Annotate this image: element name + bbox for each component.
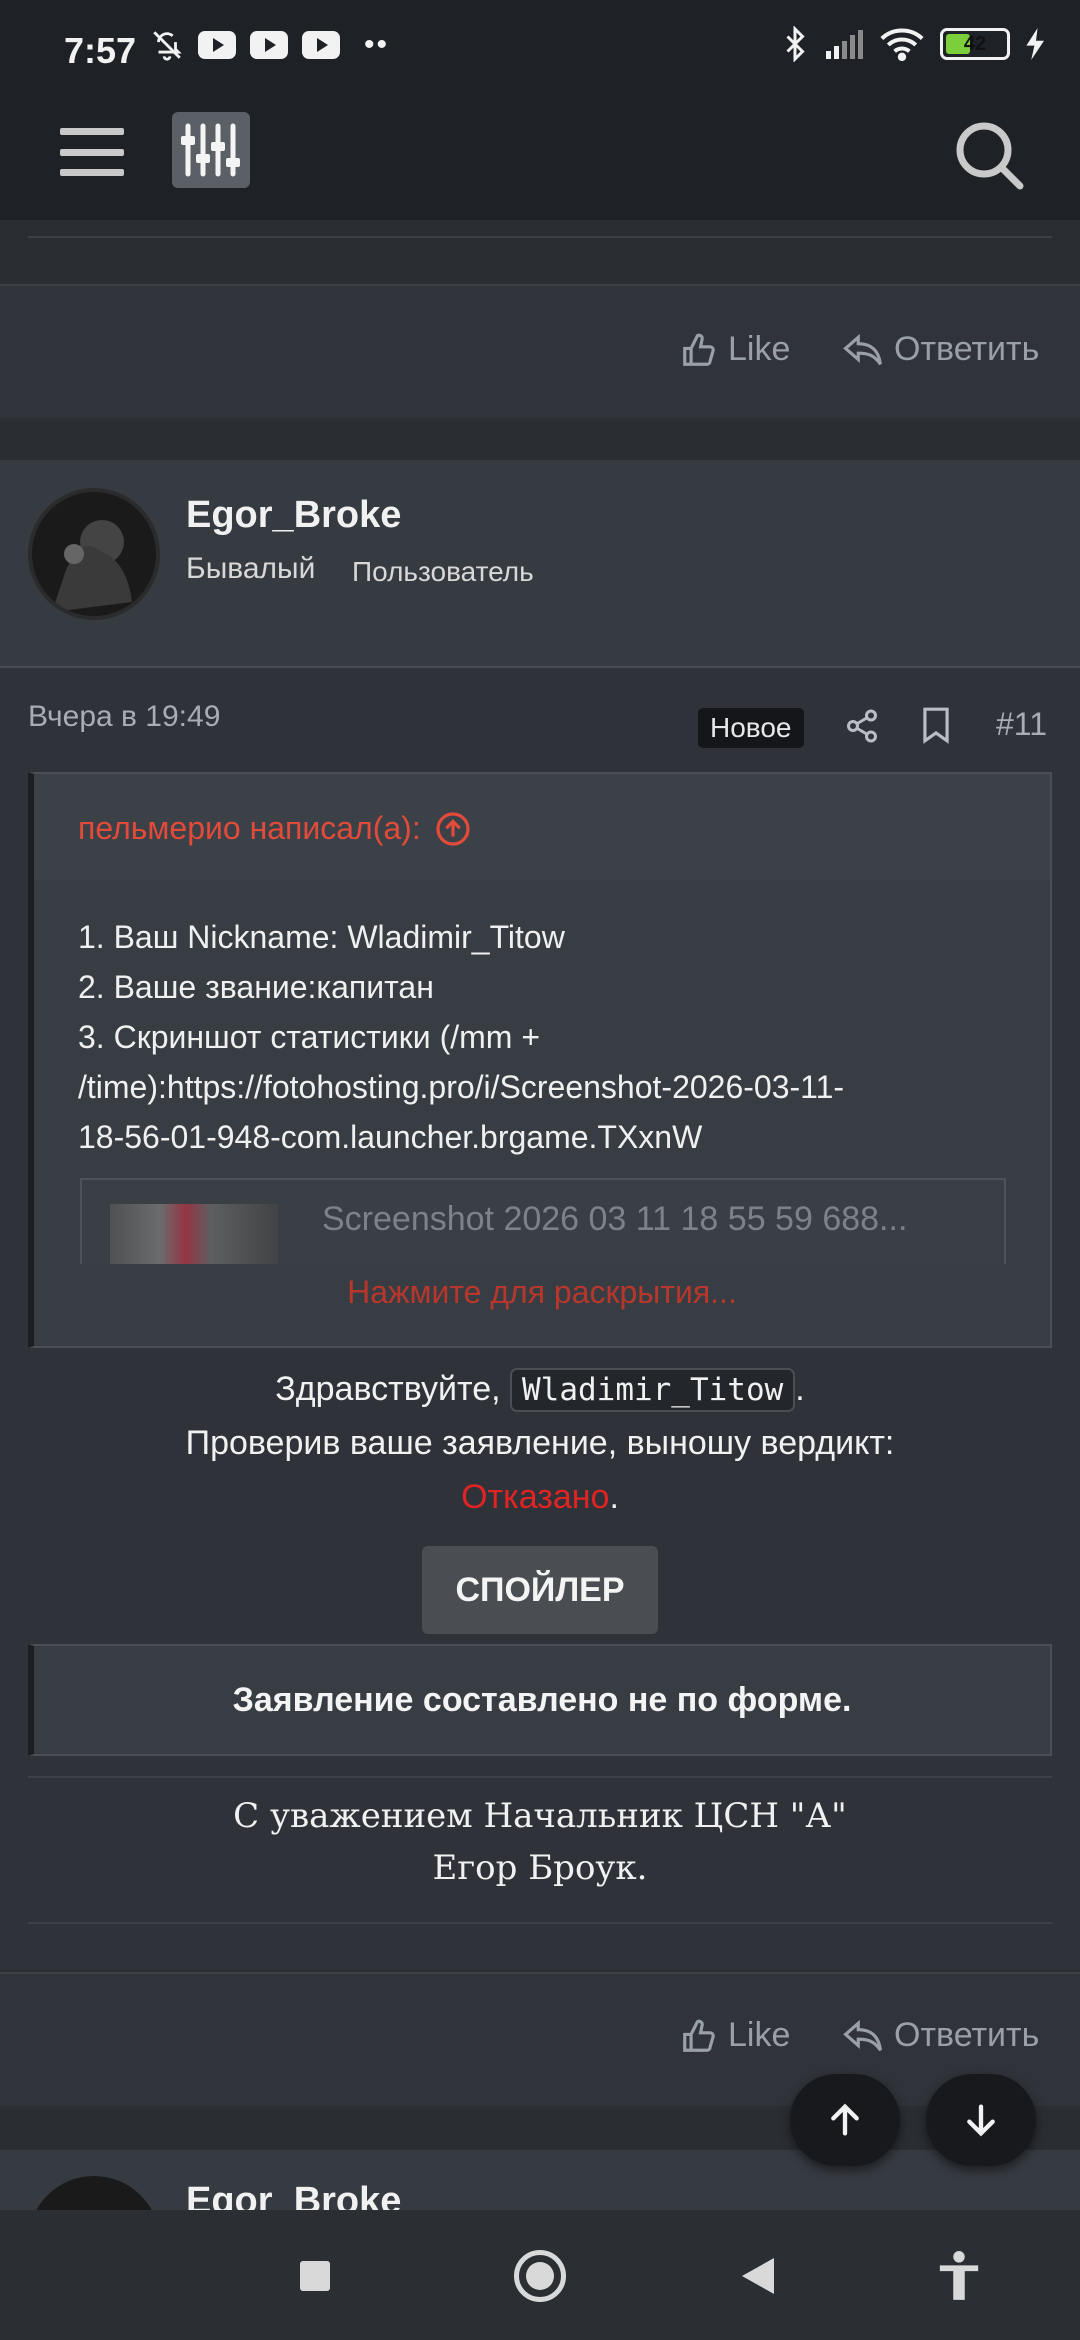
youtube-icon	[198, 31, 236, 59]
greeting-line: Здравствуйте, Wladimir_Titow.	[0, 1368, 1080, 1412]
like-label: Like	[728, 2016, 791, 2054]
spoiler-button[interactable]: СПОЙЛЕР	[422, 1546, 658, 1634]
signature-line: Егор Броук.	[432, 1848, 648, 1888]
reply-button[interactable]: Ответить	[842, 330, 1039, 369]
battery-level: 42	[963, 32, 987, 55]
status-bar: 7:57 •• 42	[0, 0, 1080, 100]
greeting-suffix: .	[795, 1370, 805, 1408]
reply-icon	[843, 2019, 882, 2051]
divider	[28, 1922, 1052, 1924]
like-label: Like	[728, 330, 791, 368]
thumbs-up-icon	[683, 2019, 715, 2052]
avatar[interactable]	[28, 488, 160, 620]
verdict-status: Отказано	[461, 1478, 610, 1516]
reply-label: Ответить	[894, 330, 1040, 368]
battery-icon: 42	[940, 28, 1010, 60]
quote-line: 3. Скриншот статистики (/mm +	[78, 1019, 540, 1055]
recents-button[interactable]	[300, 2261, 330, 2291]
quote-block: пельмерио написал(а): 1. Ваш Nickname: W…	[28, 772, 1052, 1348]
search-icon	[956, 122, 1024, 190]
attachment-name: Screenshot 2026 03 11 18 55 59 688...	[322, 1200, 908, 1238]
scroll-up-button[interactable]	[790, 2074, 900, 2166]
quote-header: пельмерио написал(а):	[34, 774, 1050, 880]
divider	[28, 1776, 1052, 1778]
user-banner: Пользователь	[352, 556, 534, 587]
status-time: 7:57	[64, 30, 137, 71]
youtube-icon	[302, 31, 340, 59]
divider	[28, 236, 1052, 238]
post-body: Вчера в 19:49 Новое #11 пельмерио написа…	[0, 668, 1080, 1970]
arrow-down-icon	[967, 2104, 995, 2137]
quote-author: пельмерио написал(а):	[78, 810, 421, 846]
post-number[interactable]: #11	[996, 706, 1047, 743]
search-button[interactable]	[950, 116, 1030, 196]
post-actions: Like Ответить	[0, 1972, 1080, 2106]
reply-icon	[843, 333, 882, 365]
attachment-thumbnail	[110, 1204, 278, 1264]
quote-author-link[interactable]: пельмерио написал(а):	[78, 810, 471, 847]
notice-block: Заявление составлено не по форме.	[28, 1644, 1052, 1756]
quote-line: 2. Ваше звание:капитан	[78, 969, 434, 1005]
greeting-prefix: Здравствуйте,	[275, 1370, 510, 1408]
system-nav-bar	[0, 2210, 1080, 2340]
bluetooth-icon	[786, 26, 805, 62]
prev-post-actions: Like Ответить	[0, 284, 1080, 418]
like-button[interactable]: Like	[680, 2016, 790, 2055]
arrow-circle-up-icon	[436, 811, 470, 846]
expand-quote-link[interactable]: Нажмите для раскрытия...	[34, 1274, 1050, 1311]
more-dots-icon: ••	[364, 28, 390, 61]
bookmark-icon[interactable]	[920, 706, 952, 744]
quote-text: 1. Ваш Nickname: Wladimir_Titow 2. Ваше …	[78, 912, 1018, 1162]
new-badge: Новое	[698, 708, 804, 748]
wifi-icon	[880, 28, 924, 61]
nickname-code: Wladimir_Titow	[510, 1368, 796, 1412]
charging-icon	[1026, 28, 1044, 60]
verdict-result-line: Отказано.	[0, 1478, 1080, 1517]
youtube-icon	[250, 31, 288, 59]
share-icon[interactable]	[844, 708, 880, 744]
accessibility-icon[interactable]	[936, 2250, 982, 2300]
quote-line: 1. Ваш Nickname: Wladimir_Titow	[78, 919, 565, 955]
top-nav	[0, 100, 1080, 220]
sliders-icon	[181, 123, 240, 177]
divider	[0, 1972, 1080, 1974]
user-title: Бывалый	[186, 552, 316, 585]
divider	[0, 284, 1080, 286]
signature-line: С уважением Начальник ЦСН "А"	[233, 1796, 847, 1836]
signal-icon	[826, 30, 863, 59]
like-button[interactable]: Like	[680, 330, 790, 369]
sliders-button[interactable]	[172, 112, 250, 188]
post-header: Egor_Broke Бывалый Пользователь	[0, 460, 1080, 668]
bell-off-icon	[153, 31, 182, 61]
post-date[interactable]: Вчера в 19:49	[28, 700, 220, 734]
verdict-suffix: .	[609, 1478, 619, 1516]
signature: С уважением Начальник ЦСН "А" Егор Броук…	[0, 1790, 1080, 1894]
notification-icons: ••	[150, 28, 389, 62]
reply-button[interactable]: Ответить	[842, 2016, 1039, 2055]
thumbs-up-icon	[683, 333, 715, 366]
scroll-down-button[interactable]	[926, 2074, 1036, 2166]
reply-label: Ответить	[894, 2016, 1040, 2054]
post-username[interactable]: Egor_Broke	[186, 494, 401, 537]
back-button[interactable]	[742, 2258, 774, 2294]
home-button[interactable]	[514, 2250, 566, 2302]
quote-line: 18-56-01-948-com.launcher.brgame.TXxnW	[78, 1119, 703, 1155]
attachment[interactable]: Screenshot 2026 03 11 18 55 59 688...	[80, 1178, 1006, 1264]
verdict-line: Проверив ваше заявление, выношу вердикт:	[185, 1424, 895, 1462]
system-icons: 42	[782, 26, 1046, 62]
quote-line: /time):https://fotohosting.pro/i/Screens…	[78, 1069, 845, 1105]
hamburger-icon[interactable]	[60, 124, 124, 180]
arrow-up-icon	[831, 2103, 859, 2136]
